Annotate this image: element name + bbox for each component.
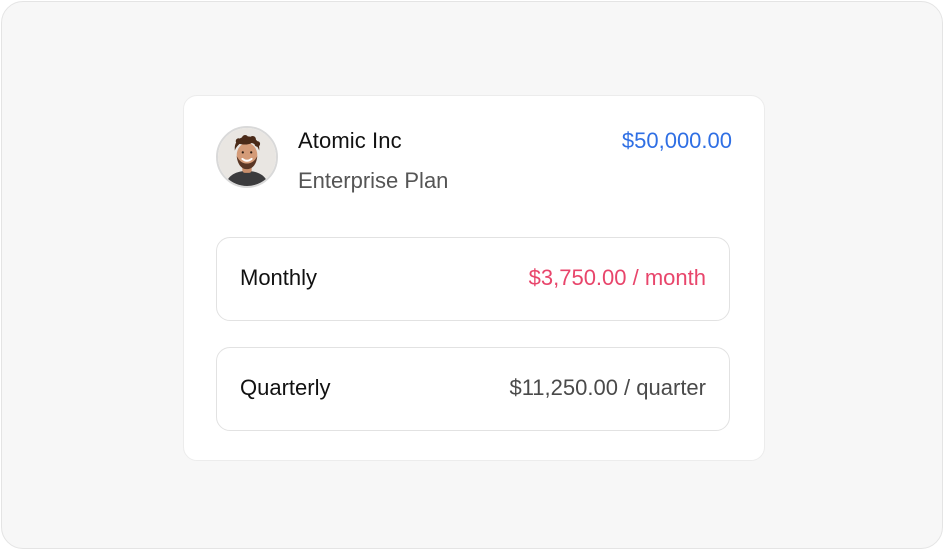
billing-option-monthly[interactable]: Monthly $3,750.00 / month xyxy=(216,237,730,321)
company-name: Atomic Inc xyxy=(298,128,402,153)
billing-option-quarterly[interactable]: Quarterly $11,250.00 / quarter xyxy=(216,347,730,431)
avatar xyxy=(216,126,278,188)
person-avatar-icon xyxy=(218,128,276,186)
page-frame: Atomic Inc Enterprise Plan $50,000.00 Mo… xyxy=(1,1,943,549)
plan-name: Enterprise Plan xyxy=(298,168,449,193)
subscription-card: Atomic Inc Enterprise Plan $50,000.00 Mo… xyxy=(183,95,765,461)
billing-option-label: Quarterly xyxy=(240,375,331,400)
total-amount: $50,000.00 xyxy=(621,128,732,153)
billing-option-price: $11,250.00 / quarter xyxy=(509,375,706,400)
billing-option-price: $3,750.00 / month xyxy=(528,265,706,290)
card-header: Atomic Inc Enterprise Plan $50,000.00 xyxy=(216,126,732,196)
billing-option-label: Monthly xyxy=(240,265,318,290)
